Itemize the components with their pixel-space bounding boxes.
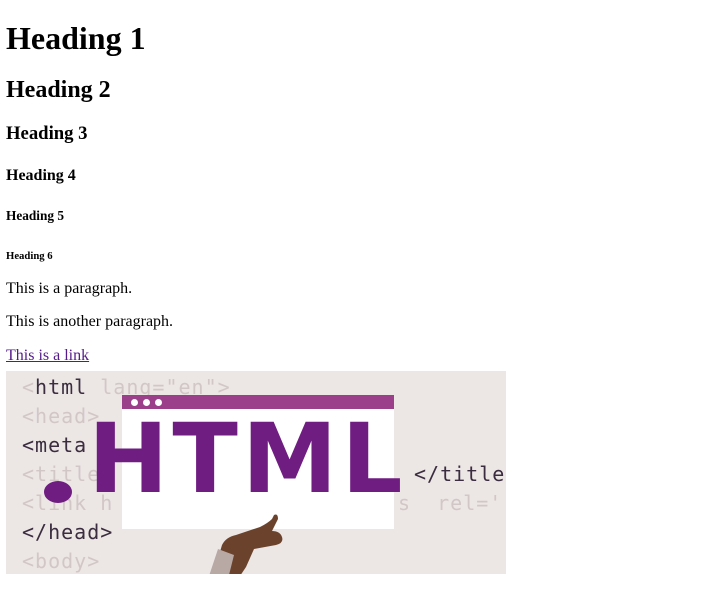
- dot-icon: [44, 481, 72, 503]
- code-line-meta: <meta: [22, 433, 88, 457]
- html-illustration-image: <html lang="en"> <head> <meta <title <li…: [6, 371, 506, 574]
- link-container: This is a link: [6, 347, 703, 365]
- code-right-title-close: </title: [414, 462, 506, 486]
- heading-5: Heading 5: [6, 208, 64, 224]
- heading-4: Heading 4: [6, 166, 76, 184]
- pointing-hand-icon: [209, 514, 283, 574]
- heading-1: Heading 1: [6, 20, 146, 56]
- code-line-body: <body>: [22, 549, 101, 573]
- sample-link[interactable]: This is a link: [6, 347, 89, 364]
- paragraph-1: This is a paragraph.: [6, 279, 133, 297]
- heading-6: Heading 6: [6, 249, 53, 262]
- heading-3: Heading 3: [6, 123, 88, 145]
- code-line-head-close: </head>: [22, 520, 114, 544]
- html-logo-text: HTML: [88, 403, 407, 515]
- heading-2: Heading 2: [6, 76, 111, 103]
- code-right-rel: s rel=': [398, 491, 503, 515]
- paragraph-2: This is another paragraph.: [6, 313, 174, 331]
- page-content: Heading 1 Heading 2 Heading 3 Heading 4 …: [0, 20, 709, 365]
